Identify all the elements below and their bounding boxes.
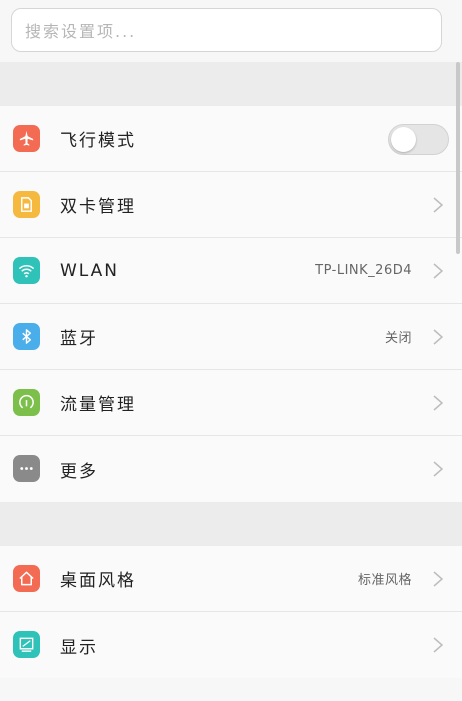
settings-item-data-usage[interactable]: 流量管理 — [0, 370, 462, 436]
chevron-right-icon — [433, 395, 444, 411]
home-icon — [13, 565, 40, 592]
settings-item-label: 流量管理 — [60, 395, 136, 415]
settings-item-label: 桌面风格 — [60, 571, 136, 591]
display-icon — [13, 631, 40, 658]
section-divider — [0, 502, 462, 546]
scrollbar[interactable] — [456, 62, 460, 254]
settings-item-label: 双卡管理 — [60, 197, 136, 217]
airplane-toggle[interactable] — [388, 124, 449, 155]
settings-item-value: 关闭 — [384, 331, 412, 346]
search-input[interactable]: 搜索设置项... — [11, 8, 442, 52]
settings-item-label: 显示 — [60, 637, 98, 658]
settings-item-more[interactable]: 更多 — [0, 436, 462, 502]
settings-item-value: 标准风格 — [357, 573, 412, 588]
chevron-right-icon — [433, 263, 444, 279]
settings-item-display[interactable]: 显示 — [0, 612, 462, 678]
bluetooth-icon — [13, 323, 40, 350]
section-divider — [0, 62, 462, 106]
sim-card-icon — [13, 191, 40, 218]
settings-item-label: 更多 — [60, 461, 98, 482]
settings-item-label: WLAN — [60, 260, 120, 281]
chevron-right-icon — [433, 197, 444, 213]
settings-list-network: 飞行模式双卡管理 WLAN TP-LINK_26D4 蓝牙 关闭流量管理更多 — [0, 106, 462, 502]
settings-item-dual-sim[interactable]: 双卡管理 — [0, 172, 462, 238]
search-bar: 搜索设置项... — [0, 0, 462, 62]
settings-item-desktop-style[interactable]: 桌面风格 标准风格 — [0, 546, 462, 612]
settings-item-airplane[interactable]: 飞行模式 — [0, 106, 462, 172]
settings-item-value: TP-LINK_26D4 — [315, 263, 412, 278]
airplane-icon — [13, 125, 40, 152]
chevron-right-icon — [433, 637, 444, 653]
data-usage-icon — [13, 389, 40, 416]
settings-item-label: 蓝牙 — [60, 329, 98, 349]
settings-item-label: 飞行模式 — [60, 131, 136, 151]
more-icon — [13, 455, 40, 482]
wifi-icon — [13, 257, 40, 284]
settings-item-bluetooth[interactable]: 蓝牙 关闭 — [0, 304, 462, 370]
chevron-right-icon — [433, 329, 444, 345]
chevron-right-icon — [433, 571, 444, 587]
chevron-right-icon — [433, 461, 444, 477]
toggle-knob — [391, 127, 416, 152]
settings-list-display: 桌面风格 标准风格显示 — [0, 546, 462, 678]
settings-item-wlan[interactable]: WLAN TP-LINK_26D4 — [0, 238, 462, 304]
